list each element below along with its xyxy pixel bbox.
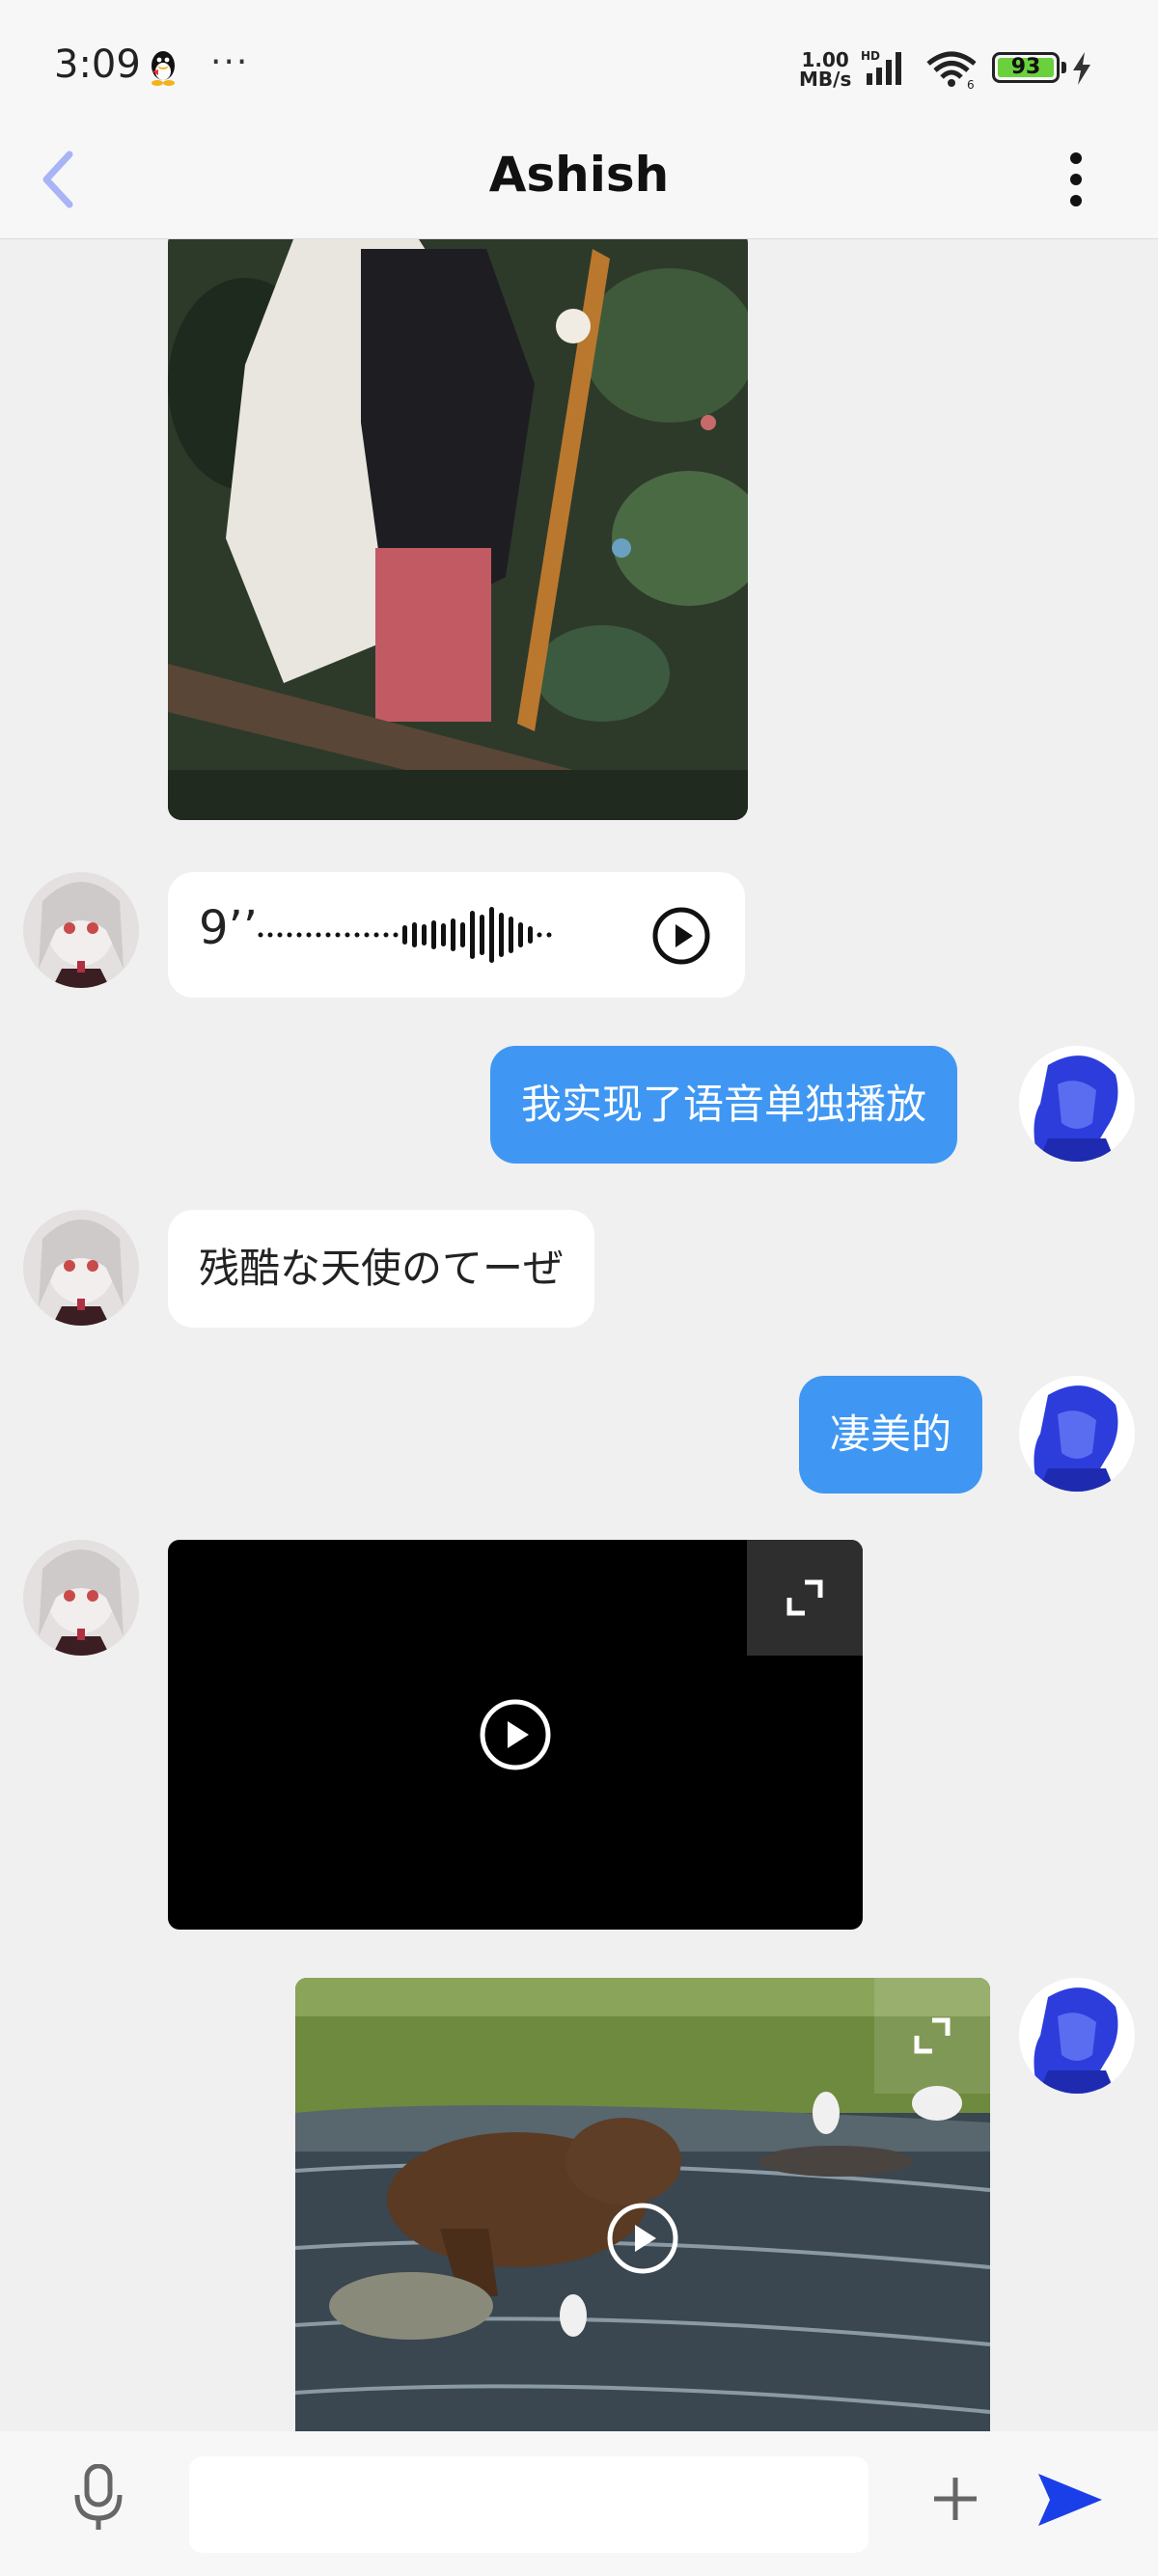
fullscreen-icon: [914, 2017, 951, 2054]
contact-avatar[interactable]: [23, 872, 139, 988]
contact-avatar-image: [23, 1540, 139, 1656]
network-speed: 1.00 MB/s: [799, 50, 851, 89]
qq-penguin-icon: [152, 51, 175, 86]
contact-avatar-image: [23, 1210, 139, 1326]
cell-signal-icon: HD: [861, 50, 901, 85]
hd-label: HD: [861, 50, 880, 63]
anime-girl-illustration: [168, 239, 748, 820]
outgoing-message-bubble[interactable]: 我实现了语音单独播放: [490, 1046, 958, 1164]
send-icon[interactable]: [1036, 2470, 1104, 2530]
charging-bolt-icon: [1073, 52, 1090, 85]
play-icon[interactable]: [604, 2200, 681, 2277]
input-bar: [0, 2431, 1158, 2576]
contact-avatar[interactable]: [23, 1540, 139, 1656]
network-speed-value: 1.00: [801, 48, 849, 71]
fullscreen-button[interactable]: [747, 1540, 863, 1656]
voice-play-icon[interactable]: [650, 905, 712, 967]
waveform-icon: [258, 907, 552, 963]
battery-icon: 93: [992, 52, 1060, 83]
outgoing-message-bubble[interactable]: 凄美的: [799, 1376, 983, 1494]
page-title: Ashish: [488, 147, 670, 203]
video-message[interactable]: [168, 1540, 863, 1930]
video-message[interactable]: [295, 1978, 990, 2431]
my-avatar-image: [1019, 1978, 1135, 2094]
plus-icon[interactable]: [930, 2474, 980, 2524]
message-input[interactable]: [189, 2456, 868, 2553]
voice-message[interactable]: 9’’: [168, 872, 745, 998]
wifi-icon: 6: [926, 51, 977, 89]
contact-avatar[interactable]: [23, 1210, 139, 1326]
svg-text:6: 6: [967, 78, 975, 89]
battery-cap: [1062, 62, 1066, 73]
my-avatar[interactable]: [1019, 1376, 1135, 1492]
message-list[interactable]: 9’’ 我实现了语音单独播放 残酷な天使のてーぜ 凄美的: [0, 239, 1158, 2431]
status-bar: 3:09 ··· 1.00 MB/s HD 6 93: [0, 0, 1158, 120]
battery-level: 93: [998, 57, 1054, 78]
network-speed-unit: MB/s: [799, 68, 852, 91]
fullscreen-icon: [786, 1579, 823, 1616]
play-icon[interactable]: [477, 1696, 554, 1773]
status-more-dots: ···: [210, 42, 250, 82]
chat-header: Ashish: [0, 120, 1158, 239]
fullscreen-button[interactable]: [874, 1978, 990, 2094]
my-avatar-image: [1019, 1376, 1135, 1492]
my-avatar-image: [1019, 1046, 1135, 1162]
image-message[interactable]: [168, 239, 748, 820]
status-time: 3:09: [54, 42, 141, 87]
microphone-icon[interactable]: [69, 2464, 127, 2532]
more-options-icon[interactable]: [1052, 147, 1100, 212]
my-avatar[interactable]: [1019, 1046, 1135, 1162]
voice-duration: 9’’: [199, 901, 259, 955]
incoming-message-bubble[interactable]: 残酷な天使のてーぜ: [168, 1210, 595, 1328]
contact-avatar-image: [23, 872, 139, 988]
my-avatar[interactable]: [1019, 1978, 1135, 2094]
